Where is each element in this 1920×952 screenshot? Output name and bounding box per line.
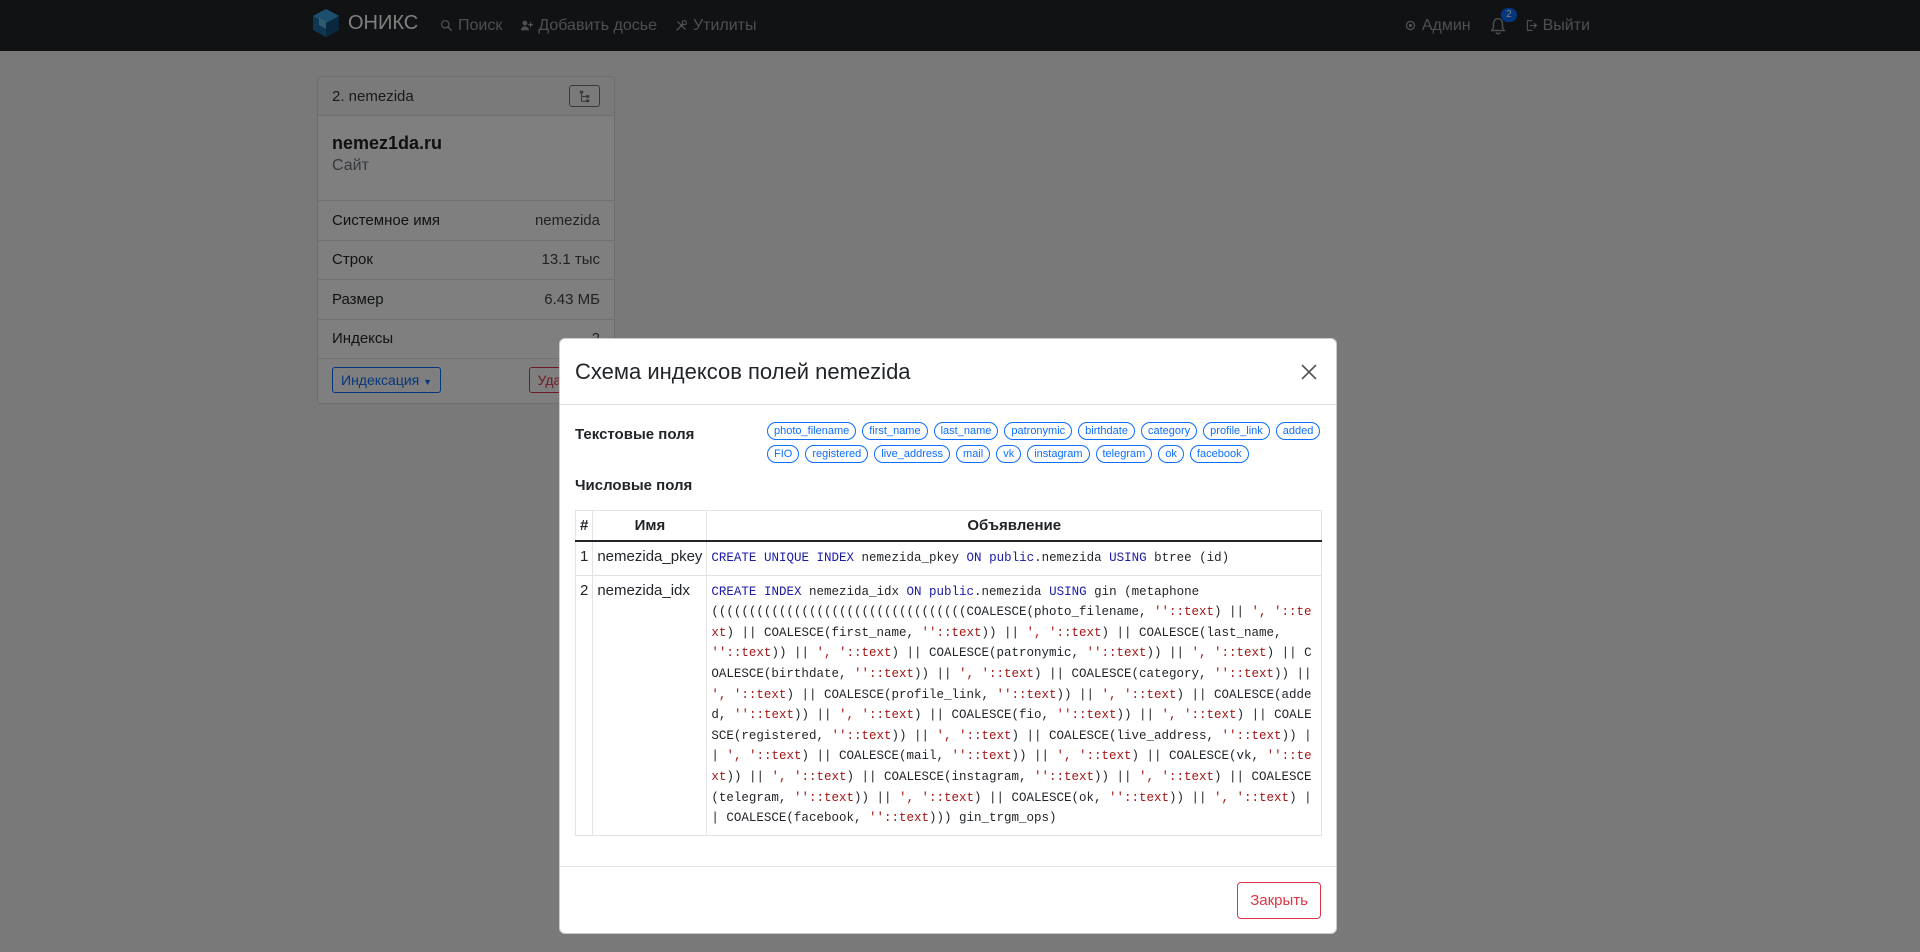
table-row: 2 nemezida_idx CREATE INDEX nemezida_idx… xyxy=(574,574,1322,836)
index-name: nemezida_pkey xyxy=(592,540,708,576)
modal-header: Схема индексов полей nemezida xyxy=(560,339,1336,405)
field-chip: first_name xyxy=(862,422,928,440)
index-declaration: CREATE INDEX nemezida_idx ON public.neme… xyxy=(706,574,1322,836)
close-x-button[interactable] xyxy=(1297,360,1321,384)
index-schema-modal: Схема индексов полей nemezida Текстовые … xyxy=(559,338,1337,934)
field-chip: patronymic xyxy=(1004,422,1073,440)
field-chip: birthdate xyxy=(1078,422,1135,440)
indexes-table: # Имя Объявление 1 nemezida_pkey CREATE … xyxy=(574,510,1322,836)
field-chip: instagram xyxy=(1027,445,1090,463)
col-header-declaration: Объявление xyxy=(706,510,1322,542)
field-chip: facebook xyxy=(1189,445,1249,463)
table-row: 1 nemezida_pkey CREATE UNIQUE INDEX neme… xyxy=(574,540,1322,576)
field-chip: last_name xyxy=(933,422,999,440)
text-fields-group: Текстовые поля photo_filename first_name l… xyxy=(575,422,1321,463)
modal-body: Текстовые поля photo_filename first_name l… xyxy=(560,405,1336,853)
field-chip: ok xyxy=(1158,445,1184,463)
field-chip: vk xyxy=(996,445,1022,463)
field-chip: registered xyxy=(805,445,869,463)
row-num: 2 xyxy=(574,574,594,836)
index-name: nemezida_idx xyxy=(592,574,708,836)
field-chip: profile_link xyxy=(1203,422,1270,440)
col-header-num: # xyxy=(574,510,594,542)
field-chip: FIO xyxy=(767,445,800,463)
index-declaration: CREATE UNIQUE INDEX nemezida_pkey ON pub… xyxy=(706,540,1322,576)
numeric-fields-label: Числовые поля xyxy=(575,477,693,494)
table-header-row: # Имя Объявление xyxy=(574,510,1322,542)
row-num: 1 xyxy=(574,540,594,576)
modal-title: Схема индексов полей nemezida xyxy=(575,358,911,384)
col-header-name: Имя xyxy=(592,510,708,542)
close-button[interactable]: Закрыть xyxy=(1237,881,1321,919)
modal-footer: Закрыть xyxy=(560,866,1336,933)
field-chip: added xyxy=(1275,422,1321,440)
text-fields-chips: photo_filename first_name last_name patrony… xyxy=(767,422,1321,463)
field-chip: photo_filename xyxy=(767,422,857,440)
field-chip: live_address xyxy=(874,445,951,463)
close-icon xyxy=(1301,363,1317,380)
field-chip: category xyxy=(1140,422,1198,440)
field-chip: mail xyxy=(956,445,991,463)
text-fields-label: Текстовые поля xyxy=(575,426,695,443)
field-chip: telegram xyxy=(1095,445,1153,463)
